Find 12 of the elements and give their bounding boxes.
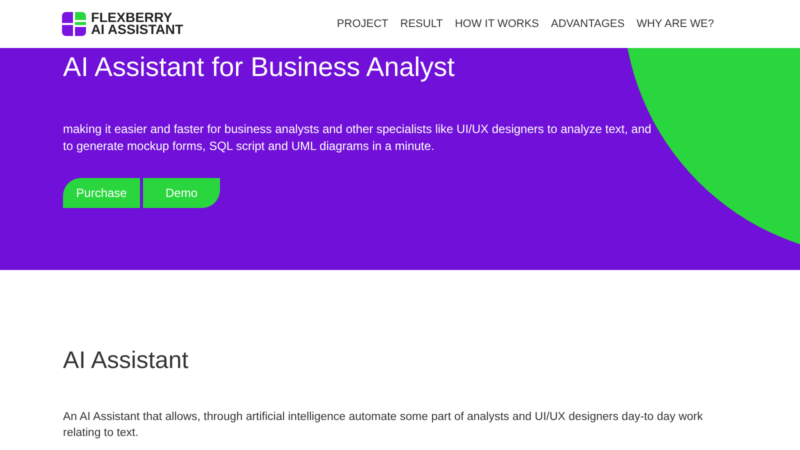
logo-icon <box>62 12 86 36</box>
hero-title: AI Assistant for Business Analyst <box>63 51 456 84</box>
nav-link[interactable]: HOW IT WORKS <box>454 16 539 32</box>
nav-link[interactable]: ADVANTAGES <box>551 16 625 32</box>
section-text: An AI Assistant that allows, through artificial intelligence automate some part of analysts and UI/UX designers day-to day work relating to text. <box>63 410 704 441</box>
section-title: AI Assistant <box>63 346 190 376</box>
logo-text: AI ASSISTANT <box>91 24 184 36</box>
hero-description: making it easier and faster for business analysts and other specialists like UI/UX designers to analyze text, and to generate mockup forms, SQL script and UML diagrams in a minute. <box>63 121 652 155</box>
nav-link[interactable]: PROJECT <box>336 16 388 32</box>
nav-link[interactable]: RESULT <box>400 16 443 32</box>
logo-text: FLEXBERRY <box>91 12 172 24</box>
nav-link[interactable]: WHY ARE WE? <box>636 16 714 32</box>
